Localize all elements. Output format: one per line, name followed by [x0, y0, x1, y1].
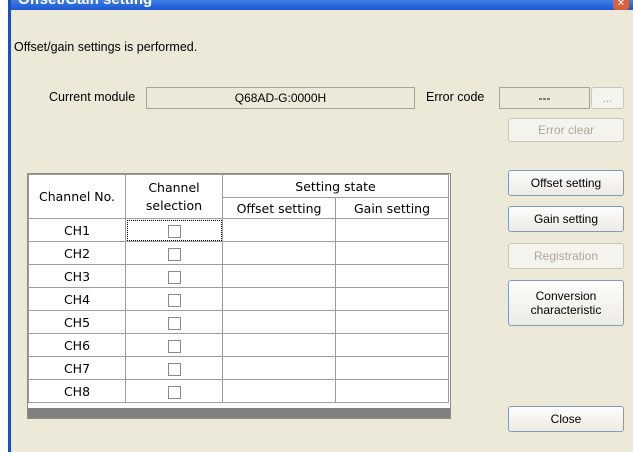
- gain-cell: [335, 241, 449, 265]
- gain-cell: [335, 264, 449, 288]
- channel-cell: CH6: [28, 333, 126, 357]
- window-title: Offset/Gain setting: [18, 0, 152, 8]
- gain-setting-button[interactable]: Gain setting: [508, 206, 624, 232]
- dialog-body: Offset/gain settings is performed. Curre…: [11, 10, 633, 452]
- offset-cell: [222, 310, 336, 334]
- channel-cell: CH4: [28, 287, 126, 311]
- channel-checkbox-cell[interactable]: [125, 218, 223, 242]
- channel-checkbox-cell[interactable]: [125, 310, 223, 334]
- offset-cell: [222, 264, 336, 288]
- error-browse-button[interactable]: ...: [591, 87, 624, 109]
- offset-cell: [222, 379, 336, 403]
- channel-cell: CH3: [28, 264, 126, 288]
- description-text: Offset/gain settings is performed.: [14, 40, 198, 54]
- table-row: CH2: [28, 241, 449, 265]
- offset-cell: [222, 287, 336, 311]
- gain-cell: [335, 310, 449, 334]
- channel-checkbox[interactable]: [167, 224, 181, 238]
- table-scrollbar-track[interactable]: [28, 408, 450, 418]
- header-channel-selection: Channel selection: [125, 174, 223, 219]
- channel-checkbox-cell[interactable]: [125, 241, 223, 265]
- offset-setting-button[interactable]: Offset setting: [508, 170, 624, 196]
- registration-button[interactable]: Registration: [508, 243, 624, 269]
- channel-cell: CH8: [28, 379, 126, 403]
- channel-checkbox-cell[interactable]: [125, 264, 223, 288]
- offset-cell: [222, 218, 336, 242]
- channel-checkbox[interactable]: [167, 362, 181, 376]
- table-row: CH8: [28, 379, 449, 403]
- table-row: CH6: [28, 333, 449, 357]
- channel-cell: CH2: [28, 241, 126, 265]
- error-clear-button[interactable]: Error clear: [508, 118, 624, 142]
- channel-cell: CH7: [28, 356, 126, 380]
- gain-cell: [335, 333, 449, 357]
- offset-cell: [222, 241, 336, 265]
- title-bar: Offset/Gain setting ✕: [8, 0, 633, 10]
- channel-checkbox-cell[interactable]: [125, 333, 223, 357]
- header-offset-setting: Offset setting: [222, 197, 336, 219]
- current-module-field: Q68AD-G:0000H: [146, 87, 415, 109]
- conversion-characteristic-button[interactable]: Conversion characteristic: [508, 280, 624, 326]
- channel-checkbox[interactable]: [167, 293, 181, 307]
- channel-checkbox-cell[interactable]: [125, 379, 223, 403]
- gain-cell: [335, 379, 449, 403]
- gain-cell: [335, 218, 449, 242]
- channel-checkbox[interactable]: [167, 270, 181, 284]
- error-code-label: Error code: [426, 90, 485, 104]
- header-gain-setting: Gain setting: [335, 197, 449, 219]
- channel-checkbox-cell[interactable]: [125, 356, 223, 380]
- header-setting-state: Setting state: [222, 174, 449, 198]
- channel-checkbox[interactable]: [167, 247, 181, 261]
- offset-gain-window: Offset/Gain setting ✕ Offset/gain settin…: [0, 0, 633, 452]
- error-code-field: ---: [499, 87, 590, 109]
- table-row: CH7: [28, 356, 449, 380]
- gain-cell: [335, 356, 449, 380]
- channel-checkbox[interactable]: [167, 339, 181, 353]
- channel-checkbox[interactable]: [167, 385, 181, 399]
- offset-cell: [222, 333, 336, 357]
- channel-cell: CH5: [28, 310, 126, 334]
- table-row: CH4: [28, 287, 449, 311]
- table-row: CH5: [28, 310, 449, 334]
- current-module-label: Current module: [49, 90, 136, 104]
- channel-checkbox-cell[interactable]: [125, 287, 223, 311]
- close-icon[interactable]: ✕: [613, 0, 629, 10]
- table-row: CH3: [28, 264, 449, 288]
- channel-table: Channel No. Channel selection Setting st…: [27, 173, 451, 419]
- channel-cell: CH1: [28, 218, 126, 242]
- channel-checkbox[interactable]: [167, 316, 181, 330]
- close-button[interactable]: Close: [508, 406, 624, 432]
- table-row: CH1: [28, 218, 449, 242]
- offset-cell: [222, 356, 336, 380]
- gain-cell: [335, 287, 449, 311]
- header-channel-no: Channel No.: [28, 174, 126, 219]
